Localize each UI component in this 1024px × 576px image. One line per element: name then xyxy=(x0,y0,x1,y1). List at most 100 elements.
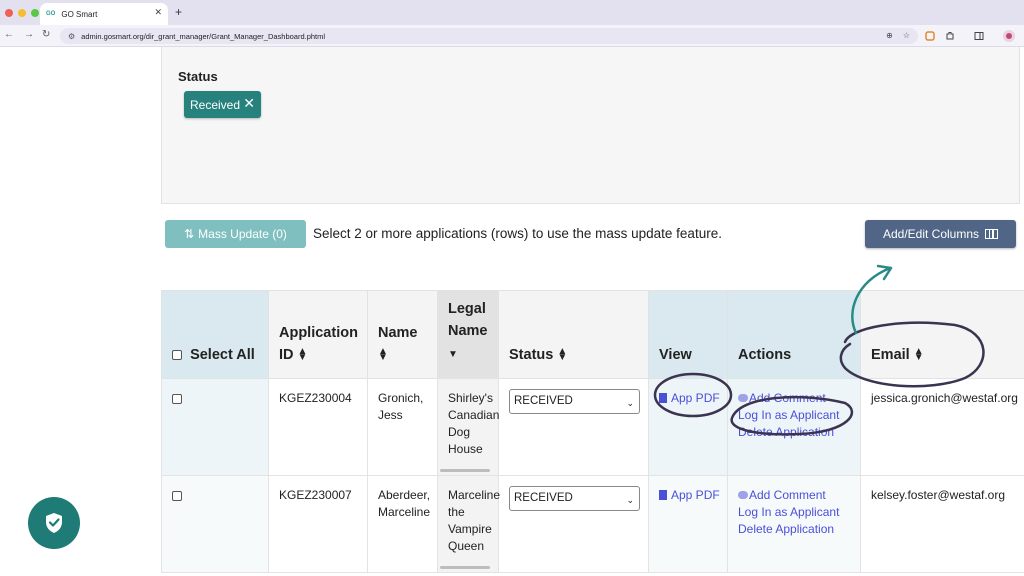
delete-application-link[interactable]: Delete Application xyxy=(738,424,860,441)
dropdown-chevron-icon: ⌄ xyxy=(626,495,634,505)
row-checkbox[interactable] xyxy=(172,393,182,404)
legal-name-header[interactable]: Legal Name ▼ xyxy=(437,290,499,379)
add-edit-columns-button[interactable]: Add/Edit Columns xyxy=(865,220,1016,248)
select-all-header[interactable]: Select All xyxy=(161,290,269,379)
forward-icon[interactable]: → xyxy=(24,29,34,40)
status-select-value: RECEIVED xyxy=(514,395,573,407)
url-text: admin.gosmart.org/dir_grant_manager/Gran… xyxy=(81,31,326,41)
horizontal-scrollbar[interactable] xyxy=(440,566,490,569)
add-edit-columns-label: Add/Edit Columns xyxy=(882,227,980,241)
status-cell: RECEIVED ⌄ xyxy=(498,378,649,476)
view-cell: App PDF xyxy=(648,475,728,573)
tab-title: GO Smart xyxy=(61,9,98,19)
browser-toolbar: ← → ↻ ⚙ admin.gosmart.org/dir_grant_mana… xyxy=(0,25,1024,47)
application-id-header[interactable]: Application ID ▲ ▼ xyxy=(268,290,368,379)
app-pdf-link[interactable]: App PDF xyxy=(659,390,727,407)
view-cell: App PDF xyxy=(648,378,728,476)
name-cell: Aberdeer, Marceline xyxy=(367,475,438,573)
sort-icon[interactable]: ▲ ▼ xyxy=(378,347,388,363)
view-header: View xyxy=(648,290,728,379)
maximize-window-button[interactable] xyxy=(31,9,39,17)
email-cell: kelsey.foster@westaf.org xyxy=(860,475,1024,573)
mass-update-button[interactable]: ⇅ Mass Update (0) xyxy=(165,220,306,248)
dropdown-chevron-icon: ⌄ xyxy=(626,398,634,408)
name-header-label: Name xyxy=(378,325,418,341)
sort-icon[interactable]: ▲ ▼ xyxy=(298,347,308,363)
application-id-cell: KGEZ230004 xyxy=(268,378,368,476)
table-row: KGEZ230007 Aberdeer, Marceline Marceline… xyxy=(161,475,1024,573)
pdf-file-icon xyxy=(659,393,667,403)
sort-desc-icon[interactable]: ▼ xyxy=(448,349,458,360)
profile-avatar[interactable] xyxy=(1003,30,1015,42)
zoom-icon[interactable]: ⊕ xyxy=(886,31,893,40)
select-all-label: Select All xyxy=(190,347,255,363)
horizontal-scrollbar[interactable] xyxy=(440,469,490,472)
status-header[interactable]: Status ▲ ▼ xyxy=(498,290,649,379)
email-header[interactable]: Email ▲ ▼ xyxy=(860,290,1024,379)
name-header[interactable]: Name ▲ ▼ xyxy=(367,290,438,379)
remove-chip-icon[interactable]: ✕ xyxy=(243,95,255,112)
sort-icon[interactable]: ▲ ▼ xyxy=(914,347,924,363)
status-select[interactable]: RECEIVED ⌄ xyxy=(509,486,640,511)
status-chip-label: Received xyxy=(190,97,241,112)
view-header-label: View xyxy=(659,347,692,363)
sort-icon[interactable]: ▲ ▼ xyxy=(557,347,567,363)
actions-cell: Add Comment Log In as Applicant Delete A… xyxy=(727,475,861,573)
minimize-window-button[interactable] xyxy=(18,9,26,17)
add-comment-label: Add Comment xyxy=(749,488,826,502)
shield-check-icon[interactable] xyxy=(28,497,80,549)
application-id-cell: KGEZ230007 xyxy=(268,475,368,573)
extensions-puzzle-icon[interactable] xyxy=(945,31,955,41)
legal-name-text: Marceline the Vampire Queen xyxy=(448,488,501,553)
name-cell: Gronich, Jess xyxy=(367,378,438,476)
add-comment-link[interactable]: Add Comment xyxy=(738,390,860,407)
filter-panel xyxy=(161,47,1020,204)
row-checkbox[interactable] xyxy=(172,490,182,501)
address-bar[interactable]: ⚙ admin.gosmart.org/dir_grant_manager/Gr… xyxy=(60,28,918,44)
add-comment-label: Add Comment xyxy=(749,391,826,405)
reload-icon[interactable]: ↻ xyxy=(42,29,50,40)
comment-icon xyxy=(738,394,748,402)
email-header-label: Email xyxy=(871,347,910,363)
delete-application-link[interactable]: Delete Application xyxy=(738,521,860,538)
row-select-cell xyxy=(161,378,269,476)
app-pdf-label: App PDF xyxy=(671,488,720,502)
add-comment-link[interactable]: Add Comment xyxy=(738,487,860,504)
legal-name-cell: Marceline the Vampire Queen xyxy=(437,475,501,573)
site-settings-icon[interactable]: ⚙ xyxy=(68,32,75,41)
applications-table: Select All Application ID ▲ ▼ Name ▲ ▼ Lega… xyxy=(161,290,1024,573)
log-in-as-applicant-link[interactable]: Log In as Applicant xyxy=(738,407,860,424)
status-filter-label: Status xyxy=(178,69,218,84)
browser-tab-bar: GO GO Smart ✕ + xyxy=(0,0,1024,25)
refresh-arrows-icon: ⇅ xyxy=(184,227,195,241)
status-select[interactable]: RECEIVED ⌄ xyxy=(509,389,640,414)
app-pdf-link[interactable]: App PDF xyxy=(659,487,727,504)
table-row: KGEZ230004 Gronich, Jess Shirley's Canad… xyxy=(161,378,1024,476)
back-icon[interactable]: ← xyxy=(4,29,14,40)
status-header-label: Status xyxy=(509,347,554,363)
log-in-as-applicant-link[interactable]: Log In as Applicant xyxy=(738,504,860,521)
close-tab-icon[interactable]: ✕ xyxy=(154,7,162,18)
mass-update-label: Mass Update (0) xyxy=(198,227,287,241)
side-panel-icon[interactable] xyxy=(974,31,984,41)
legal-name-header-label: Legal Name xyxy=(448,301,488,339)
comment-icon xyxy=(738,491,748,499)
legal-name-text: Shirley's Canadian Dog House xyxy=(448,391,500,456)
window-controls xyxy=(5,9,39,17)
app-pdf-label: App PDF xyxy=(671,391,720,405)
favicon: GO xyxy=(46,11,56,17)
new-tab-icon[interactable]: + xyxy=(175,5,182,19)
extension-icon[interactable] xyxy=(925,31,935,41)
mass-update-hint: Select 2 or more applications (rows) to … xyxy=(313,226,722,241)
close-window-button[interactable] xyxy=(5,9,13,17)
actions-header-label: Actions xyxy=(738,347,792,363)
legal-name-cell: Shirley's Canadian Dog House xyxy=(437,378,500,476)
application-id-header-label: Application ID xyxy=(279,325,358,363)
email-cell: jessica.gronich@westaf.org xyxy=(860,378,1024,476)
bookmark-star-icon[interactable]: ☆ xyxy=(903,31,910,40)
columns-icon xyxy=(985,229,999,239)
status-filter-chip[interactable]: Received ✕ xyxy=(184,91,261,118)
browser-tab[interactable]: GO GO Smart ✕ xyxy=(40,3,168,25)
table-header-row: Select All Application ID ▲ ▼ Name ▲ ▼ Lega… xyxy=(161,290,1024,379)
select-all-checkbox[interactable] xyxy=(172,350,182,361)
